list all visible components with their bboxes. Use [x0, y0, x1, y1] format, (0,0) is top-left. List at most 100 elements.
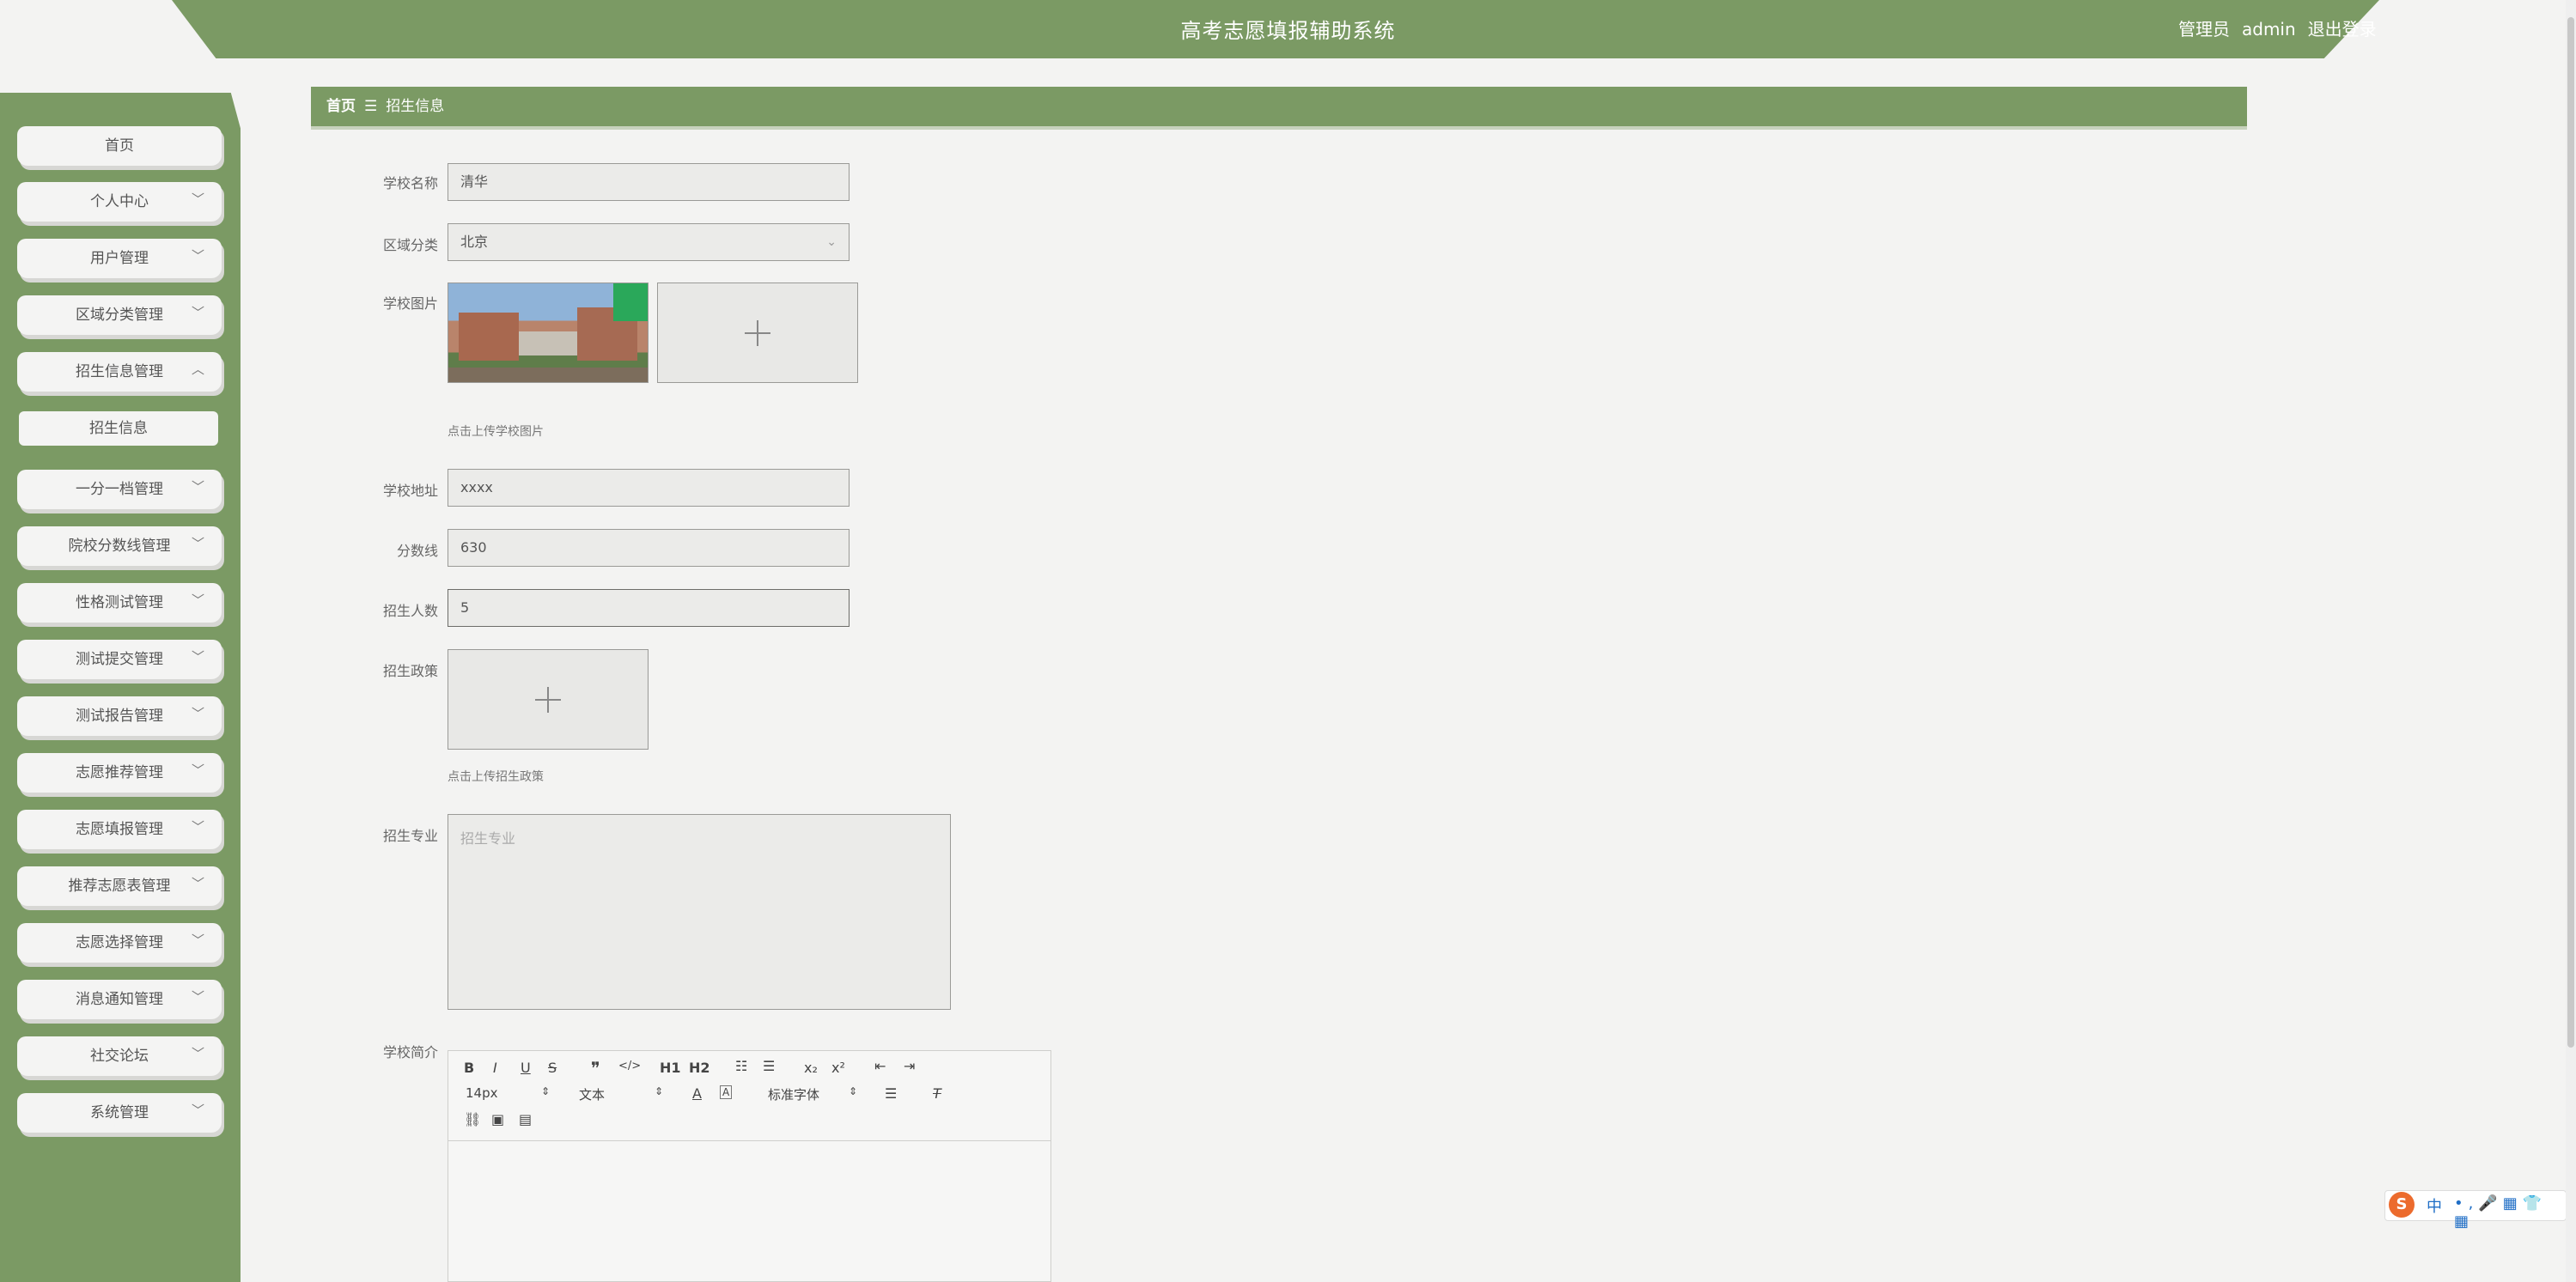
sidebar-item-5[interactable]: 招生信息管理 ︿ [17, 352, 222, 392]
sidebar-item-15[interactable]: 志愿选择管理 ﹀ [17, 923, 222, 963]
sidebar-item-9[interactable]: 性格测试管理 ﹀ [17, 583, 222, 623]
font-family-select-arrow-icon: ⇕ [849, 1085, 858, 1097]
breadcrumb: 首页 ☰ 招生信息 [311, 87, 2247, 130]
bullet-list-icon[interactable]: ☰ [763, 1058, 775, 1074]
font-family-select[interactable]: 标准字体 [768, 1085, 819, 1103]
link-icon[interactable]: ⛓ [464, 1111, 481, 1127]
text-style-select[interactable]: 文本 [579, 1085, 605, 1103]
blockquote-icon[interactable]: ❞ [591, 1058, 600, 1078]
sidebar-item-label: 用户管理 [90, 250, 149, 267]
sidebar-item-8[interactable]: 院校分数线管理 ﹀ [17, 526, 222, 566]
chevron-down-icon: ﹀ [191, 248, 204, 264]
school-name-input[interactable]: 清华 [448, 163, 850, 201]
image-green-corner [613, 283, 648, 321]
sogou-logo-icon: S [2389, 1192, 2415, 1218]
align-icon[interactable]: ☰ [885, 1085, 897, 1102]
chevron-down-icon: ﹀ [191, 1103, 204, 1118]
region-select-value: 北京 [460, 234, 489, 250]
background-color-icon[interactable]: A [720, 1085, 733, 1099]
address-label: 学校地址 [382, 483, 438, 499]
score-line-input[interactable]: 630 [448, 529, 850, 567]
sidebar-item-label: 社交论坛 [90, 1048, 149, 1065]
sidebar-item-13[interactable]: 志愿填报管理 ﹀ [17, 810, 222, 849]
outdent-icon[interactable]: ⇤ [874, 1058, 886, 1074]
sidebar-item-label: 招生信息 [89, 420, 148, 437]
sidebar-item-label: 院校分数线管理 [68, 538, 171, 555]
sidebar-item-10[interactable]: 测试提交管理 ﹀ [17, 640, 222, 679]
image-icon[interactable]: ▣ [491, 1111, 504, 1127]
school-image-hint: 点击上传学校图片 [448, 425, 544, 439]
italic-icon[interactable]: I [493, 1060, 497, 1076]
sidebar-item-label: 推荐志愿表管理 [68, 878, 171, 895]
indent-icon[interactable]: ⇥ [904, 1058, 915, 1074]
sidebar-item-7[interactable]: 一分一档管理 ﹀ [17, 470, 222, 509]
region-label: 区域分类 [382, 237, 438, 253]
font-color-icon[interactable]: A [692, 1085, 702, 1102]
enroll-count-label: 招生人数 [382, 603, 438, 619]
logout-link[interactable]: 退出登录 [2308, 19, 2377, 39]
sidebar-item-6[interactable]: 招生信息 [19, 411, 218, 446]
sidebar-item-label: 一分一档管理 [76, 481, 163, 498]
sidebar-item-label: 志愿选择管理 [76, 934, 163, 951]
sidebar-item-label: 志愿推荐管理 [76, 764, 163, 781]
intro-label: 学校简介 [382, 1044, 438, 1060]
policy-hint: 点击上传招生政策 [448, 770, 544, 784]
bold-icon[interactable]: B [464, 1060, 474, 1076]
h2-icon[interactable]: H2 [689, 1060, 710, 1076]
user-area: 管理员 admin 退出登录 [2178, 15, 2389, 40]
address-input[interactable]: xxxx [448, 469, 850, 507]
sidebar-item-11[interactable]: 测试报告管理 ﹀ [17, 696, 222, 736]
page-scrollbar[interactable] [2566, 0, 2576, 1282]
majors-textarea[interactable]: 招生专业 [448, 814, 951, 1010]
chevron-down-icon: ﹀ [191, 876, 204, 891]
policy-label: 招生政策 [382, 663, 438, 679]
ime-mode[interactable]: 中 [2427, 1194, 2442, 1217]
editor-toolbar: B I U S ❞ </> H1 H2 ☷ ☰ x₂ x² ⇤ ⇥ 14px ⇕… [448, 1051, 1050, 1141]
image-building-left [459, 313, 519, 361]
underline-icon[interactable]: U [521, 1060, 531, 1076]
school-name-label: 学校名称 [382, 175, 438, 191]
school-image-upload-button[interactable] [657, 283, 858, 383]
plus-icon [745, 319, 770, 346]
scrollbar-thumb[interactable] [2567, 17, 2574, 1048]
majors-label: 招生专业 [382, 828, 438, 844]
sidebar-item-16[interactable]: 消息通知管理 ﹀ [17, 980, 222, 1019]
text-style-select-arrow-icon: ⇕ [655, 1085, 664, 1097]
school-image-thumbnail[interactable] [448, 283, 649, 383]
superscript-icon[interactable]: x² [831, 1060, 845, 1076]
sidebar-item-14[interactable]: 推荐志愿表管理 ﹀ [17, 866, 222, 906]
strike-icon[interactable]: S [548, 1060, 557, 1076]
chevron-down-icon: ﹀ [191, 989, 204, 1005]
subscript-icon[interactable]: x₂ [804, 1060, 818, 1076]
ordered-list-icon[interactable]: ☷ [735, 1058, 747, 1074]
code-icon[interactable]: </> [618, 1060, 641, 1072]
sidebar-item-label: 系统管理 [90, 1104, 149, 1121]
chevron-down-icon: ﹀ [191, 706, 204, 721]
enroll-count-input[interactable]: 5 [448, 589, 850, 627]
chevron-down-icon: ﹀ [191, 191, 204, 207]
sidebar-item-3[interactable]: 用户管理 ﹀ [17, 239, 222, 278]
rich-text-editor[interactable]: B I U S ❞ </> H1 H2 ☷ ☰ x₂ x² ⇤ ⇥ 14px ⇕… [448, 1050, 1051, 1282]
sidebar-item-12[interactable]: 志愿推荐管理 ﹀ [17, 753, 222, 793]
chevron-down-icon: ﹀ [191, 1046, 204, 1061]
h1-icon[interactable]: H1 [660, 1060, 681, 1076]
user-role: 管理员 [2178, 19, 2230, 39]
region-select[interactable]: 北京 ⌄ [448, 223, 850, 261]
sidebar-item-2[interactable]: 个人中心 ﹀ [17, 182, 222, 222]
font-size-select[interactable]: 14px [466, 1085, 498, 1101]
sidebar-item-17[interactable]: 社交论坛 ﹀ [17, 1036, 222, 1076]
chevron-down-icon: ⌄ [826, 235, 837, 249]
breadcrumb-separator-icon: ☰ [364, 98, 378, 115]
policy-upload-button[interactable] [448, 649, 649, 750]
sidebar-item-18[interactable]: 系统管理 ﹀ [17, 1093, 222, 1133]
video-icon[interactable]: ▤ [519, 1111, 532, 1127]
chevron-down-icon: ﹀ [191, 479, 204, 495]
clear-format-icon[interactable]: T [933, 1085, 941, 1102]
breadcrumb-home[interactable]: 首页 [326, 98, 356, 115]
sidebar-item-4[interactable]: 区域分类管理 ﹀ [17, 295, 222, 335]
sidebar-item-1[interactable]: 首页 [17, 126, 222, 166]
sidebar-item-label: 测试报告管理 [76, 708, 163, 725]
chevron-down-icon: ﹀ [191, 819, 204, 835]
ime-tool-icons[interactable]: •,🎤▦👕▦ [2454, 1194, 2566, 1230]
ime-toolbar[interactable]: S 中 •,🎤▦👕▦ [2384, 1190, 2567, 1230]
